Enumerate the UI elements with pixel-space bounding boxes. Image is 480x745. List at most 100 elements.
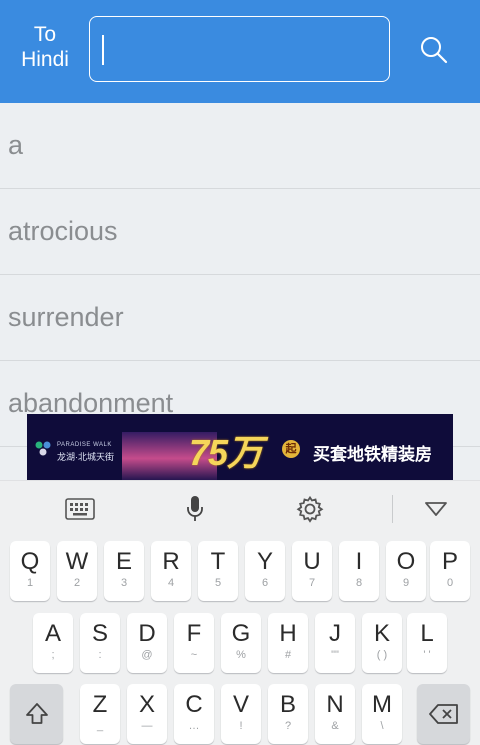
- shift-key[interactable]: [10, 684, 63, 744]
- key-s[interactable]: S:: [80, 613, 120, 673]
- hide-keyboard-button[interactable]: [418, 489, 454, 529]
- key-symbol: :: [98, 649, 102, 661]
- ad-price: 75万: [189, 432, 263, 473]
- lang-line-1: To: [33, 23, 57, 46]
- key-letter: Q: [20, 548, 40, 575]
- ad-slogan: 买套地铁精装房: [313, 445, 432, 464]
- ad-logo-icon: [35, 441, 51, 456]
- key-b[interactable]: B?: [268, 684, 308, 744]
- key-u[interactable]: U7: [292, 541, 332, 601]
- key-symbol: %: [236, 649, 246, 661]
- key-letter: C: [185, 691, 203, 718]
- key-letter: X: [138, 691, 155, 718]
- soft-keyboard: Q1 W2 E3 R4 T5 Y6 U7 I8 O9 P0 A; S: D @ F…: [0, 480, 480, 745]
- key-letter: J: [329, 620, 341, 647]
- word-label: atrocious: [8, 216, 118, 246]
- key-d[interactable]: D @: [127, 613, 167, 673]
- shift-arrow-icon: [25, 703, 48, 724]
- key-letter: H: [279, 620, 297, 647]
- key-symbol: &: [331, 720, 339, 732]
- key-symbol: 1: [26, 577, 34, 589]
- key-symbol: !: [239, 720, 243, 732]
- search-input[interactable]: [89, 16, 390, 82]
- list-item[interactable]: a: [0, 103, 480, 189]
- key-t[interactable]: T5: [198, 541, 238, 601]
- key-symbol: —: [141, 720, 153, 732]
- key-k[interactable]: K ( ): [362, 613, 402, 673]
- key-e[interactable]: E3: [104, 541, 144, 601]
- key-letter: Z: [92, 691, 108, 718]
- key-symbol: @: [141, 649, 153, 661]
- key-letter: S: [91, 620, 108, 647]
- key-symbol: #: [284, 649, 292, 661]
- gear-icon: [296, 495, 324, 523]
- triangle-down-icon: [425, 502, 447, 516]
- list-item[interactable]: surrender: [0, 275, 480, 361]
- ad-banner[interactable]: PARADISE WALK 龙湖·北城天街 75万 起 买套地铁精装房: [27, 414, 453, 480]
- backspace-key[interactable]: [417, 684, 470, 744]
- microphone-icon: [187, 496, 203, 521]
- list-item[interactable]: atrocious: [0, 189, 480, 275]
- keyboard-switch-button[interactable]: [60, 489, 100, 529]
- key-o[interactable]: O9: [386, 541, 426, 601]
- key-a[interactable]: A;: [33, 613, 73, 673]
- key-y[interactable]: Y6: [245, 541, 285, 601]
- key-letter: O: [396, 548, 416, 575]
- key-symbol: ~: [190, 649, 198, 661]
- keyboard-settings-button[interactable]: [290, 489, 330, 529]
- key-z[interactable]: Z _: [80, 684, 120, 744]
- key-symbol: ' ': [423, 649, 431, 661]
- key-symbol: 9: [402, 577, 410, 589]
- key-symbol: ;: [51, 649, 55, 661]
- key-letter: D: [138, 620, 156, 647]
- key-i[interactable]: I8: [339, 541, 379, 601]
- key-v[interactable]: V!: [221, 684, 261, 744]
- key-symbol: 2: [73, 577, 81, 589]
- key-g[interactable]: G%: [221, 613, 261, 673]
- key-letter: Y: [256, 548, 273, 575]
- key-symbol: …: [188, 720, 200, 732]
- key-q[interactable]: Q1: [10, 541, 50, 601]
- ad-brand-small: PARADISE WALK: [57, 442, 112, 448]
- key-f[interactable]: F ~: [174, 613, 214, 673]
- key-letter: U: [303, 548, 321, 575]
- key-l[interactable]: L ' ': [407, 613, 447, 673]
- key-symbol: "": [331, 649, 339, 661]
- key-letter: F: [186, 620, 202, 647]
- key-symbol: 5: [214, 577, 222, 589]
- key-x[interactable]: X —: [127, 684, 167, 744]
- lang-line-2: Hindi: [21, 48, 69, 71]
- key-symbol: 8: [355, 577, 363, 589]
- key-symbol: ?: [284, 720, 292, 732]
- key-w[interactable]: W2: [57, 541, 97, 601]
- key-letter: P: [441, 548, 458, 575]
- key-letter: E: [115, 548, 132, 575]
- text-cursor: [102, 35, 104, 65]
- key-letter: G: [231, 620, 251, 647]
- voice-input-button[interactable]: [175, 489, 215, 529]
- ad-price-suffix: 起: [282, 440, 300, 458]
- key-letter: L: [420, 620, 434, 647]
- key-letter: R: [162, 548, 180, 575]
- key-letter: T: [210, 548, 226, 575]
- key-c[interactable]: C…: [174, 684, 214, 744]
- key-symbol: 7: [308, 577, 316, 589]
- word-label: a: [8, 130, 24, 160]
- target-language-toggle[interactable]: To Hindi: [8, 22, 82, 72]
- key-p[interactable]: P0: [430, 541, 470, 601]
- key-letter: B: [279, 691, 296, 718]
- key-m[interactable]: M \: [362, 684, 402, 744]
- key-letter: V: [232, 691, 249, 718]
- header-bar: To Hindi: [0, 0, 480, 103]
- key-symbol: 6: [261, 577, 269, 589]
- key-r[interactable]: R4: [151, 541, 191, 601]
- key-h[interactable]: H #: [268, 613, 308, 673]
- key-letter: M: [372, 691, 392, 718]
- key-symbol: \: [380, 720, 384, 732]
- key-n[interactable]: N &: [315, 684, 355, 744]
- key-letter: A: [44, 620, 61, 647]
- search-button[interactable]: [414, 30, 454, 70]
- key-letter: K: [373, 620, 390, 647]
- key-j[interactable]: J "": [315, 613, 355, 673]
- ad-brand-name: 龙湖·北城天街: [57, 452, 114, 462]
